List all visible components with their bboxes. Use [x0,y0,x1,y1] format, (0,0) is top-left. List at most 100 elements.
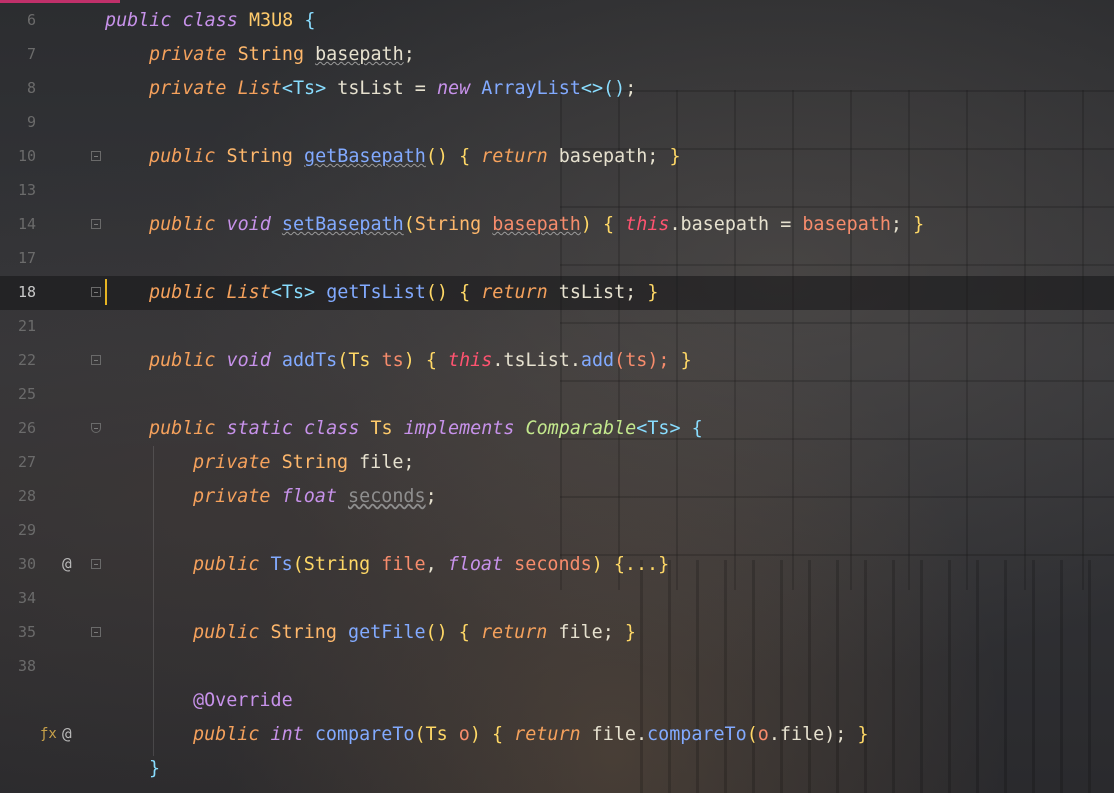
token-paren: (Ts [337,350,371,371]
code-text[interactable]: public void addTs(Ts ts) { this.tsList.a… [149,350,692,372]
token-param: seconds [514,554,592,575]
token-class-name: ArrayList [481,78,581,99]
token-type: String [226,146,293,167]
usage-at-icon[interactable]: @ [62,724,72,743]
implements-method-icon[interactable]: ƒx [40,726,57,742]
code-text[interactable]: public class M3U8 { [105,10,315,32]
text-caret [105,279,107,305]
fold-toggle-icon[interactable] [91,423,101,433]
token-type: List [226,282,271,303]
code-line[interactable]: 7 private String basepath; [0,38,1114,72]
line-number: 10 [17,147,36,165]
code-line[interactable]: 30 @ public Ts(String file, float second… [0,548,1114,582]
token-keyword: float [281,486,337,507]
token-param: (ts); [614,350,670,371]
fold-toggle-icon[interactable] [91,355,101,365]
code-line[interactable]: 17 [0,242,1114,276]
token-paren: () [425,282,448,303]
code-line[interactable]: 28 private float seconds; [0,480,1114,514]
code-text[interactable]: @Override [193,690,293,712]
fold-toggle-icon[interactable] [91,151,101,161]
token-brace: } [149,758,161,779]
token-param: o [757,724,769,745]
code-line-current[interactable]: 18 public List<Ts> getTsList() { return … [0,276,1114,310]
fold-toggle-icon[interactable] [91,559,101,569]
code-line[interactable]: 38 [0,650,1114,684]
code-text[interactable]: private String file; [193,452,414,474]
code-line[interactable]: 21 [0,310,1114,344]
code-line[interactable]: 6 public class M3U8 { [0,4,1114,38]
token-class-name: M3U8 [248,10,294,31]
token-type: String [414,214,482,235]
token-keyword: public [105,10,172,31]
token-field: .tsList. [492,350,581,371]
code-text[interactable]: public static class Ts implements Compar… [149,418,703,440]
token-brace: } [624,622,636,643]
token-keyword: public [149,146,216,167]
token-paren: ) [580,214,592,235]
token-brace: { [425,350,437,371]
code-line[interactable]: 14 public void setBasepath(String basepa… [0,208,1114,242]
token-keyword: public [149,282,216,303]
code-line[interactable]: 26 public static class Ts implements Com… [0,412,1114,446]
fold-toggle-icon[interactable] [91,627,101,637]
code-line[interactable]: 29 [0,514,1114,548]
code-line[interactable]: ƒx @ public int compareTo(Ts o) { return… [0,718,1114,752]
token-field: file; [558,622,614,643]
token-brace: { [691,418,703,439]
token-interface: Comparable [525,418,637,439]
code-line[interactable]: } [0,752,1114,786]
token-keyword: public [193,724,260,745]
token-keyword: private [193,486,271,507]
token-paren: (String [292,554,371,575]
line-number: 34 [17,589,36,607]
code-text[interactable]: private float seconds; [193,486,437,508]
token-keyword: return [481,146,548,167]
code-text[interactable]: public void setBasepath(String basepath)… [149,214,924,236]
token-paren: ) [403,350,415,371]
usage-at-icon[interactable]: @ [62,554,72,573]
token-method: addTs [281,350,338,371]
token-field: basepath; [558,146,659,167]
token-punct: , [425,554,437,575]
token-keyword: private [149,44,227,65]
fold-toggle-icon[interactable] [91,287,101,297]
code-text[interactable]: private String basepath; [149,44,415,66]
token-method: getFile [348,622,426,643]
token-this: this [448,350,493,371]
line-number: 38 [17,657,36,675]
code-line[interactable]: 10 public String getBasepath() { return … [0,140,1114,174]
code-text[interactable]: private List<Ts> tsList = new ArrayList<… [149,78,636,100]
token-brace: { [458,622,470,643]
code-line[interactable]: 27 private String file; [0,446,1114,480]
code-text[interactable]: public String getBasepath() { return bas… [149,146,681,168]
token-param: file [381,554,426,575]
token-brace: { [603,214,615,235]
line-number: 27 [17,453,36,471]
token-keyword: public [149,350,216,371]
code-line[interactable]: 8 private List<Ts> tsList = new ArrayLis… [0,72,1114,106]
token-field: tsList; [558,282,637,303]
token-field-unused: seconds [348,486,426,507]
line-number: 29 [17,521,36,539]
code-line[interactable]: 34 [0,582,1114,616]
token-paren: () [425,622,448,643]
code-line[interactable]: 35 public String getFile() { return file… [0,616,1114,650]
code-line[interactable]: 9 [0,106,1114,140]
code-editor[interactable]: 6 public class M3U8 { 7 private String b… [0,0,1114,793]
fold-toggle-icon[interactable] [91,219,101,229]
code-line[interactable]: 22 public void addTs(Ts ts) { this.tsLis… [0,344,1114,378]
token-method: compareTo [647,724,747,745]
code-text[interactable]: public String getFile() { return file; } [193,622,636,644]
code-text[interactable]: } [149,758,160,780]
code-text[interactable]: public Ts(String file, float seconds) {.… [193,554,669,576]
token-folded-body[interactable]: {...} [614,554,669,575]
token-paren: (Ts [414,724,448,745]
code-text[interactable]: public List<Ts> getTsList() { return tsL… [149,282,658,304]
code-line[interactable]: 25 [0,378,1114,412]
code-text[interactable]: public int compareTo(Ts o) { return file… [193,724,869,746]
token-keyword: public [149,214,216,235]
code-line[interactable]: @Override [0,684,1114,718]
code-line[interactable]: 13 [0,174,1114,208]
token-punct: ; [625,78,637,99]
